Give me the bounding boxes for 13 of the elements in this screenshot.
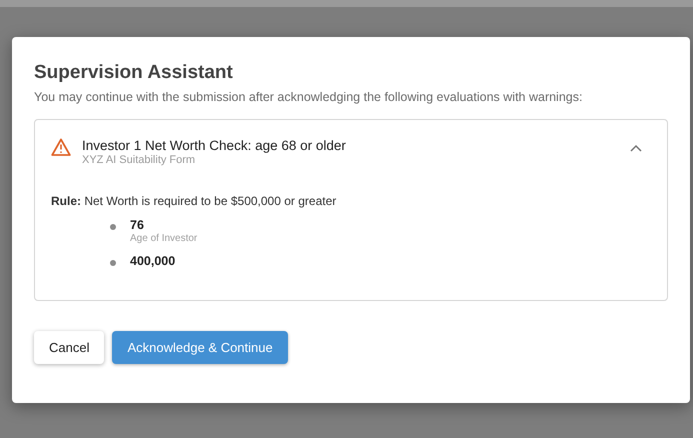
rule-text: Rule: Net Worth is required to be $500,000 or greater xyxy=(51,194,338,208)
chevron-up-icon[interactable] xyxy=(630,144,642,152)
fact-label: Age of Investor xyxy=(130,233,198,244)
fact-value: 400,000 xyxy=(130,254,176,268)
bullet-icon xyxy=(110,260,116,266)
evaluation-source: XYZ AI Suitability Form xyxy=(82,154,196,166)
dialog-title: Supervision Assistant xyxy=(34,62,234,84)
dialog-message: You may continue with the submission after acknowledging the following evaluations with warnings: xyxy=(34,90,584,104)
warning-icon xyxy=(51,138,71,156)
bullet-icon xyxy=(110,224,116,230)
evaluation-title: Investor 1 Net Worth Check: age 68 or older xyxy=(82,138,347,153)
fact-value: 76 xyxy=(130,218,145,232)
cancel-button[interactable]: Cancel xyxy=(34,331,104,364)
